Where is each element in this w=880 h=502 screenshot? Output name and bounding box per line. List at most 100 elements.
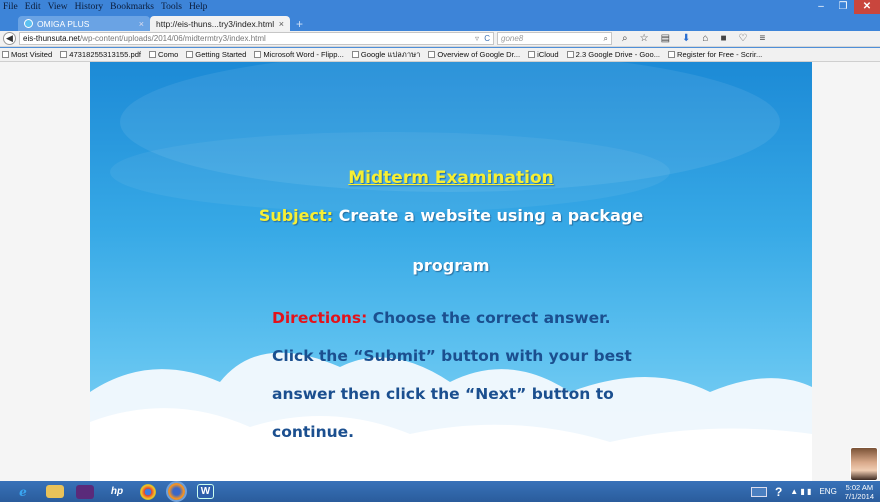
exam-text: Midterm Examination Subject: Create a we…: [90, 62, 812, 481]
tab-omiga-plus[interactable]: OMIGA PLUS ×: [18, 16, 150, 31]
search-input[interactable]: gone8 ⌕: [497, 32, 612, 45]
url-host: eis-thunsuta.net: [23, 34, 80, 43]
bookmark-icloud[interactable]: iCloud: [528, 50, 559, 59]
subject-line: Subject: Create a website using a packag…: [90, 206, 812, 225]
bookmark-google-drive-overview[interactable]: Overview of Google Dr...: [428, 50, 520, 59]
url-bar[interactable]: eis-thunsuta.net /wp-content/uploads/201…: [19, 32, 494, 45]
download-icon[interactable]: ⬇: [682, 33, 690, 44]
user-avatar[interactable]: [850, 447, 878, 481]
omiga-favicon-icon: [24, 19, 33, 28]
addon-icon[interactable]: ■: [720, 33, 726, 44]
directions-line-4: continue.: [272, 423, 355, 441]
bookmark-label: Register for Free - Scrir...: [677, 50, 763, 59]
menu-edit[interactable]: Edit: [25, 2, 41, 12]
firefox-icon: [186, 51, 194, 58]
search-icon[interactable]: ⌕: [604, 33, 608, 44]
tab-close-icon[interactable]: ×: [279, 19, 284, 29]
windows-taskbar: e hp W ? ▲ ▮ ▮ ENG 5:02 AM 7/1/2014: [0, 481, 880, 502]
menu-help[interactable]: Help: [189, 2, 207, 12]
bookmark-pdf[interactable]: 4731825531315​5.pdf: [60, 50, 141, 59]
subject-text: Create a website using a package: [338, 206, 644, 225]
chrome-icon[interactable]: [140, 483, 156, 500]
tab-close-icon[interactable]: ×: [139, 19, 144, 29]
bookmark-label: Como: [158, 50, 179, 59]
firefox-icon[interactable]: [166, 481, 187, 502]
subject-text-continued: program: [412, 256, 490, 275]
page-icon: [254, 51, 262, 58]
minimize-button[interactable]: –: [810, 0, 832, 14]
tab-label: http://eis-thuns...try3/index.html: [156, 18, 275, 29]
search-placeholder: gone8: [501, 34, 524, 43]
calendar-icon: [566, 51, 574, 58]
dropdown-icon[interactable]: ▿: [475, 34, 479, 43]
menu-tools[interactable]: Tools: [161, 2, 182, 12]
bookmark-label: Microsoft Word - Flipp...: [263, 50, 344, 59]
word-icon[interactable]: W: [197, 484, 214, 499]
register-icon: [668, 51, 676, 58]
hp-icon[interactable]: hp: [106, 483, 128, 500]
page-area: Midterm Examination Subject: Create a we…: [0, 62, 880, 481]
tab-strip: OMIGA PLUS × http://eis-thuns...try3/ind…: [0, 14, 880, 31]
directions-line-3: answer then click the “Next” button to: [272, 385, 614, 403]
bookmark-most-visited[interactable]: Most Visited: [2, 50, 52, 59]
new-tab-button[interactable]: +: [296, 17, 303, 31]
window-titlebar: File Edit View History Bookmarks Tools H…: [0, 0, 880, 14]
keyboard-icon[interactable]: [750, 486, 767, 497]
restore-button[interactable]: ❐: [832, 0, 854, 14]
system-tray: ? ▲ ▮ ▮ ENG 5:02 AM 7/1/2014: [750, 483, 880, 501]
directions-line: Directions: Choose the correct answer.: [272, 309, 610, 327]
bookmark-label: Google แปลภาษา: [360, 49, 421, 59]
exam-slide: Midterm Examination Subject: Create a we…: [90, 62, 812, 481]
bookmark-label: Overview of Google Dr...: [437, 50, 521, 59]
bookmark-label: Getting Started: [195, 50, 247, 59]
url-actions: ▿ C: [475, 34, 493, 43]
close-window-button[interactable]: ✕: [854, 0, 880, 14]
clock-time: 5:02 AM: [845, 482, 874, 492]
bookmark-label: 2.3 Google Drive - Goo...: [575, 50, 661, 59]
bookmark-label: Most Visited: [11, 50, 53, 59]
reading-list-icon[interactable]: ▤: [661, 33, 670, 44]
como-icon: [149, 51, 157, 58]
menu-history[interactable]: History: [75, 2, 104, 12]
pocket-icon[interactable]: ♡: [739, 33, 748, 44]
exam-title: Midterm Examination: [348, 168, 554, 188]
directions-line-2: Click the “Submit” button with your best: [272, 347, 632, 365]
bookmark-star-icon[interactable]: ☆: [640, 33, 649, 44]
media-center-icon[interactable]: [76, 484, 94, 499]
clock[interactable]: 5:02 AM 7/1/2014: [845, 483, 874, 501]
language-indicator[interactable]: ENG: [819, 487, 836, 496]
bookmark-como[interactable]: Como: [149, 50, 178, 59]
help-icon[interactable]: ?: [775, 485, 782, 499]
clock-date: 7/1/2014: [844, 491, 874, 501]
bookmarks-bar: Most Visited 4731825531315​5.pdf Como Ge…: [0, 48, 880, 62]
home-icon[interactable]: ⌂: [702, 33, 708, 44]
menu-view[interactable]: View: [48, 2, 68, 12]
bookmark-icon: [2, 51, 9, 58]
directions-label: Directions:: [272, 309, 368, 327]
menu-bookmarks[interactable]: Bookmarks: [110, 2, 154, 12]
bookmark-register[interactable]: Register for Free - Scrir...: [668, 50, 762, 59]
menu-file[interactable]: File: [3, 2, 18, 12]
file-explorer-icon[interactable]: [46, 485, 64, 498]
bookmark-google-translate[interactable]: Google แปลภาษา: [351, 49, 421, 61]
tab-label: OMIGA PLUS: [37, 18, 90, 29]
search-toolbar-icon[interactable]: ⌕: [622, 33, 628, 44]
back-button[interactable]: ◀: [3, 32, 16, 45]
bookmark-label: 4731825531315​5.pdf: [69, 50, 142, 59]
bookmark-ms-word[interactable]: Microsoft Word - Flipp...: [254, 50, 344, 59]
reload-icon[interactable]: C: [484, 34, 490, 43]
bookmark-getting-started[interactable]: Getting Started: [186, 50, 246, 59]
internet-explorer-icon[interactable]: e: [12, 483, 34, 500]
directions-text: Choose the correct answer.: [372, 309, 611, 327]
page-icon: [60, 51, 68, 58]
subject-label: Subject:: [258, 206, 334, 225]
translate-icon: [351, 51, 359, 58]
network-icon[interactable]: ▲ ▮ ▮: [790, 487, 811, 496]
bookmark-google-drive[interactable]: 2.3 Google Drive - Goo...: [566, 50, 661, 59]
toolbar-icons: ⌕ ☆ ▤ ⬇ ⌂ ■ ♡ ≡: [622, 33, 765, 44]
drive-icon: [428, 51, 436, 58]
navigation-bar: ◀ eis-thunsuta.net /wp-content/uploads/2…: [0, 31, 880, 47]
menu-icon[interactable]: ≡: [759, 33, 765, 44]
apple-icon: [528, 51, 536, 58]
tab-midterm[interactable]: http://eis-thuns...try3/index.html ×: [150, 16, 290, 31]
